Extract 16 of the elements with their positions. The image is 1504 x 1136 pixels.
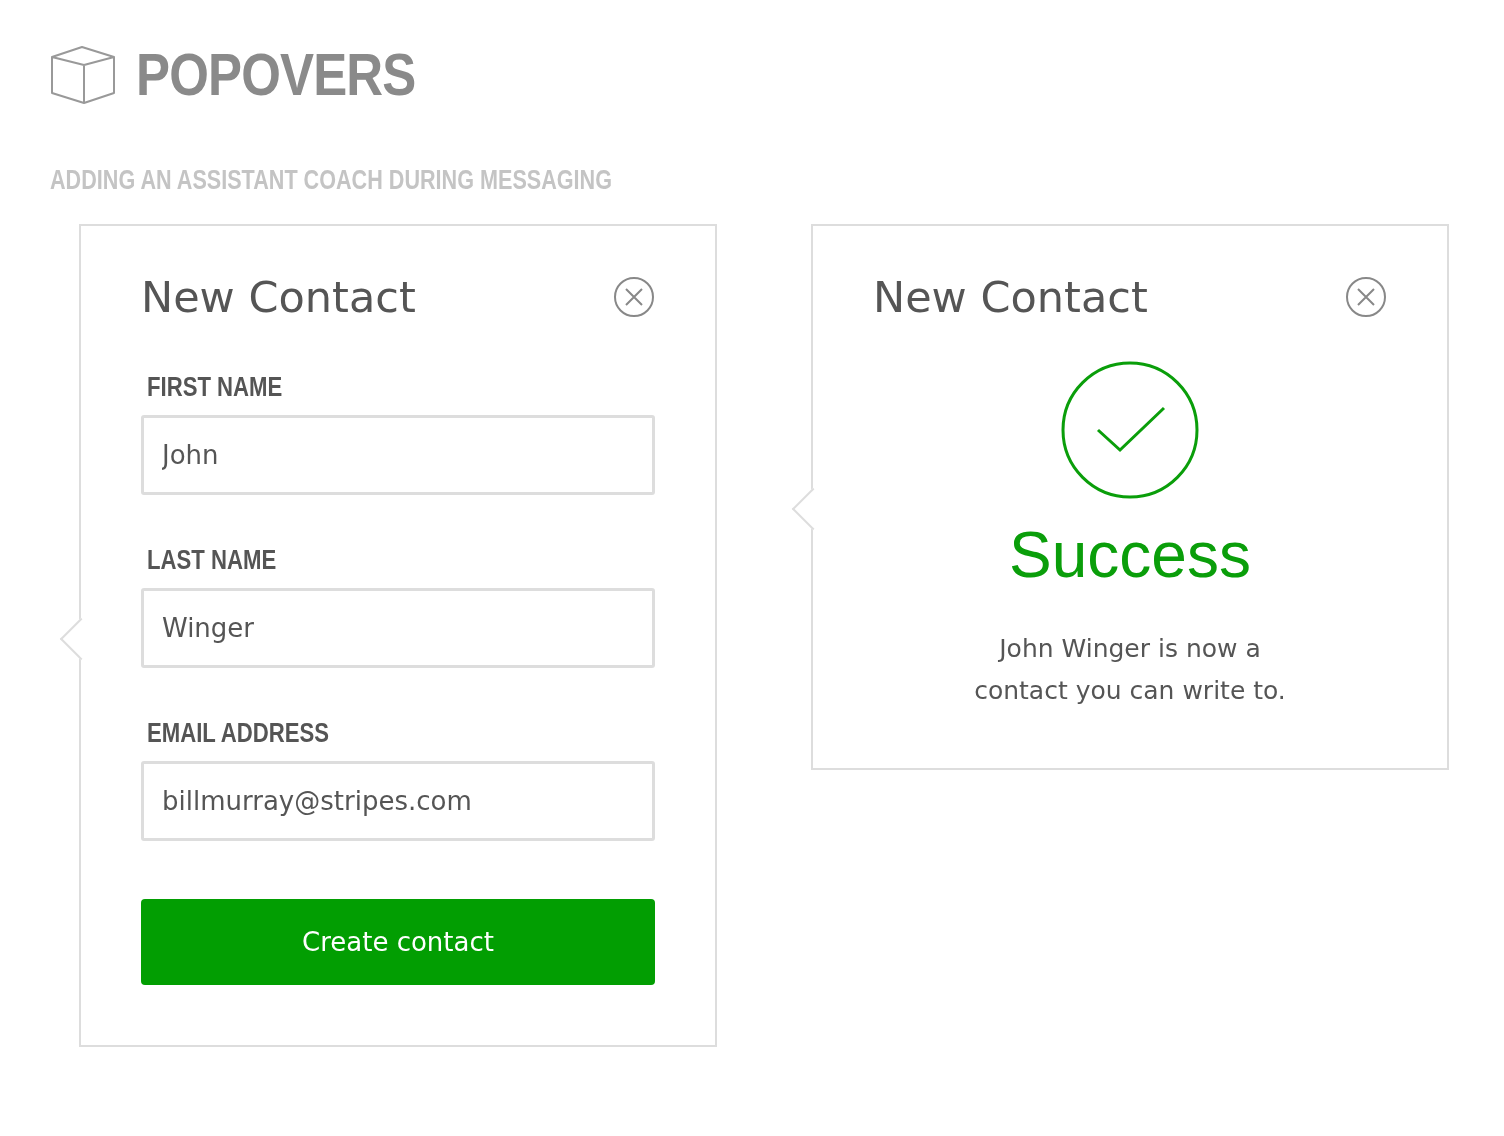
field-label: EMAIL ADDRESS bbox=[147, 718, 331, 749]
success-heading: Success bbox=[1009, 518, 1251, 592]
field-label: LAST NAME bbox=[147, 545, 278, 576]
close-button[interactable] bbox=[1345, 276, 1387, 318]
section-subtitle: ADDING AN ASSISTANT COACH DURING MESSAGING bbox=[50, 165, 612, 196]
create-contact-button[interactable]: Create contact bbox=[141, 899, 655, 985]
cube-icon bbox=[50, 44, 116, 105]
page-title: POPOVERS bbox=[136, 40, 416, 109]
input-field[interactable]: Winger bbox=[141, 588, 655, 668]
check-circle-icon bbox=[1060, 360, 1200, 500]
success-message: John Winger is now a contact you can write to. bbox=[973, 633, 1287, 707]
popover-title: New Contact bbox=[873, 272, 1148, 322]
close-button[interactable] bbox=[613, 276, 655, 318]
input-field[interactable]: billmurray@stripes.com bbox=[141, 761, 655, 841]
field-label: FIRST NAME bbox=[147, 372, 284, 403]
popover-title: New Contact bbox=[141, 272, 416, 322]
